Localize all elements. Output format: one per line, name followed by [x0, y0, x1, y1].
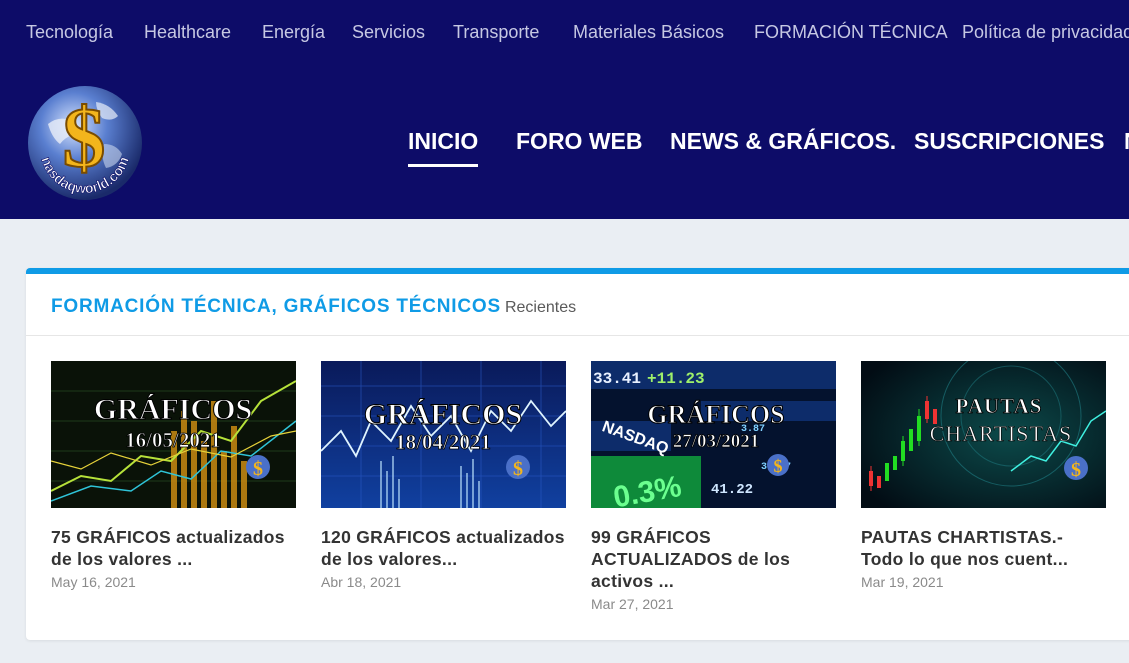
thumbnail-caption: GRÁFICOS 18/04/2021	[363, 398, 522, 455]
svg-text:GRÁFICOS: GRÁFICOS	[94, 393, 252, 426]
post-date: Abr 18, 2021	[321, 574, 402, 590]
post-date: Mar 27, 2021	[591, 596, 674, 612]
post-title-link[interactable]: PAUTAS CHARTISTAS.- Todo lo que nos cuen…	[861, 526, 1106, 570]
thumbnail-caption: PAUTAS CHARTISTAS	[929, 394, 1073, 447]
post-date: Mar 19, 2021	[861, 574, 944, 590]
topnav-formacion-tecnica[interactable]: FORMACIÓN TÉCNICA	[754, 22, 948, 43]
svg-text:18/04/2021: 18/04/2021	[395, 430, 491, 454]
topnav-tecnologia[interactable]: Tecnología	[26, 22, 113, 43]
svg-text:27/03/2021: 27/03/2021	[673, 431, 760, 452]
mainnav-more-truncated[interactable]: N	[1124, 128, 1129, 155]
mainnav-foro-web[interactable]: FORO WEB	[516, 128, 643, 155]
site-header: Tecnología Healthcare Energía Servicios …	[0, 0, 1129, 219]
post-thumbnail[interactable]: $ GRÁFICOS 16/05/2021	[51, 361, 296, 508]
panel-header: FORMACIÓN TÉCNICA, GRÁFICOS TÉCNICOS Reci…	[26, 274, 1129, 336]
post-card: $ GRÁFICOS 16/05/2021 75 GRÁFICOS actual…	[51, 361, 296, 590]
mainnav-news-graficos[interactable]: NEWS & GRÁFICOS.	[670, 128, 896, 155]
post-card: $ PAUTAS CHARTISTAS PAUTAS CHARTISTAS.- …	[861, 361, 1106, 590]
thumbnail-caption: GRÁFICOS 27/03/2021	[647, 400, 785, 453]
mainnav-suscripciones[interactable]: SUSCRIPCIONES	[914, 128, 1104, 155]
post-title-link[interactable]: 75 GRÁFICOS actualizados de los valores …	[51, 526, 296, 570]
section-subtitle: Recientes	[504, 299, 577, 316]
svg-text:PAUTAS: PAUTAS	[956, 394, 1043, 418]
topnav-servicios[interactable]: Servicios	[352, 22, 425, 43]
topnav-healthcare[interactable]: Healthcare	[144, 22, 231, 43]
post-card: $ GRÁFICOS 18/04/2021 120 GRÁFICOS actua…	[321, 361, 566, 590]
svg-text:16/05/2021: 16/05/2021	[125, 428, 221, 452]
svg-text:GRÁFICOS: GRÁFICOS	[364, 398, 522, 431]
main-nav: INICIO FORO WEB NEWS & GRÁFICOS. SUSCRIP…	[0, 68, 1129, 219]
topnav-politica-privacidad[interactable]: Política de privacidad	[962, 22, 1129, 43]
topnav-energia[interactable]: Energía	[262, 22, 325, 43]
section-title-link[interactable]: FORMACIÓN TÉCNICA, GRÁFICOS TÉCNICOS	[51, 296, 501, 317]
topnav-transporte[interactable]: Transporte	[453, 22, 539, 43]
post-date: May 16, 2021	[51, 574, 136, 590]
post-thumbnail[interactable]: 33.41 +11.23 3.87 3.087 41.22 0.3% NASDA…	[591, 361, 836, 508]
post-thumbnail[interactable]: $ GRÁFICOS 18/04/2021	[321, 361, 566, 508]
svg-text:GRÁFICOS: GRÁFICOS	[647, 400, 784, 429]
topnav-materiales-basicos[interactable]: Materiales Básicos	[573, 22, 724, 43]
post-card: 33.41 +11.23 3.87 3.087 41.22 0.3% NASDA…	[591, 361, 836, 612]
post-thumbnail[interactable]: $ PAUTAS CHARTISTAS	[861, 361, 1106, 508]
mainnav-inicio[interactable]: INICIO	[408, 128, 479, 167]
post-title-link[interactable]: 99 GRÁFICOS ACTUALIZADOS de los activos …	[591, 526, 836, 592]
recent-posts-panel: FORMACIÓN TÉCNICA, GRÁFICOS TÉCNICOS Reci…	[26, 268, 1129, 640]
post-title-link[interactable]: 120 GRÁFICOS actualizados de los valores…	[321, 526, 566, 570]
thumbnail-caption: GRÁFICOS 16/05/2021	[93, 393, 252, 453]
svg-text:CHARTISTAS: CHARTISTAS	[930, 421, 1073, 446]
top-category-nav: Tecnología Healthcare Energía Servicios …	[0, 0, 1129, 68]
